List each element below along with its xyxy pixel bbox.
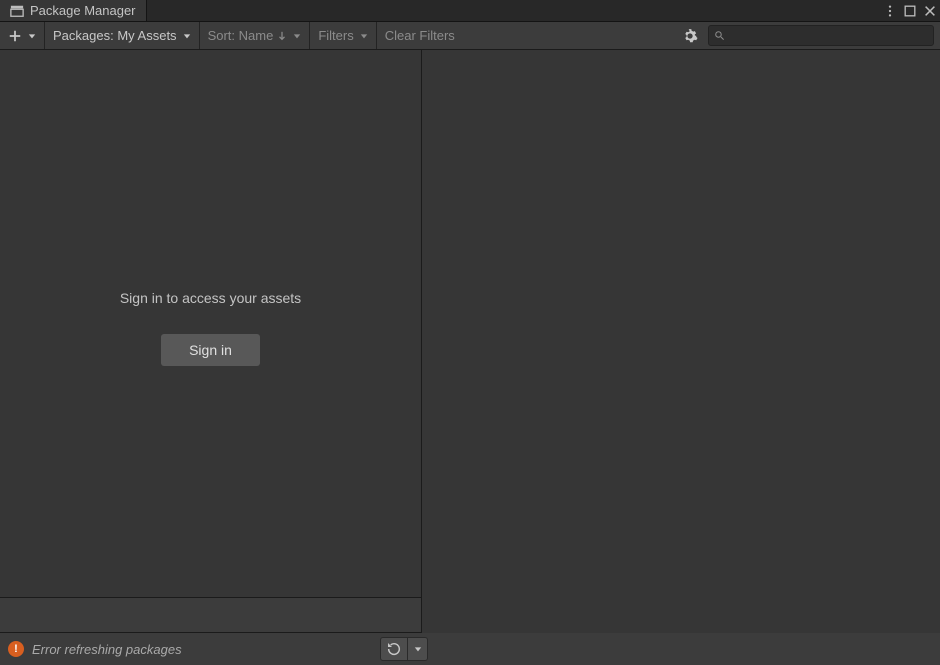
sort-dropdown[interactable]: Sort: Name [200, 22, 310, 49]
package-manager-window: Package Manager Packages: My Assets Sort… [0, 0, 940, 665]
search-icon [709, 30, 730, 41]
maximize-button[interactable] [900, 0, 920, 21]
clear-filters-button[interactable]: Clear Filters [377, 22, 463, 49]
toolbar: Packages: My Assets Sort: Name Filters C… [0, 22, 940, 50]
chevron-down-icon [28, 32, 36, 40]
status-bar: ! Error refreshing packages [0, 633, 940, 665]
titlebar: Package Manager [0, 0, 940, 22]
clear-filters-label: Clear Filters [385, 28, 455, 43]
status-message: Error refreshing packages [32, 642, 372, 657]
titlebar-spacer [147, 0, 880, 21]
search-field[interactable] [708, 25, 934, 46]
gear-icon [682, 28, 698, 44]
filters-dropdown[interactable]: Filters [310, 22, 375, 49]
settings-button[interactable] [674, 22, 706, 49]
plus-icon [8, 29, 22, 43]
window-title: Package Manager [30, 3, 136, 18]
package-list-area: Sign in to access your assets Sign in [0, 50, 421, 598]
refresh-icon [386, 641, 402, 657]
chevron-down-icon [360, 32, 368, 40]
packages-scope-label: Packages: My Assets [53, 28, 177, 43]
refresh-dropdown[interactable] [408, 637, 428, 661]
signin-button[interactable]: Sign in [161, 334, 260, 366]
left-footer-gap [0, 598, 421, 633]
chevron-down-icon [183, 32, 191, 40]
menu-icon[interactable] [880, 0, 900, 21]
refresh-button[interactable] [380, 637, 408, 661]
sort-label: Sort: Name [208, 28, 274, 43]
chevron-down-icon [293, 32, 301, 40]
close-button[interactable] [920, 0, 940, 21]
filters-label: Filters [318, 28, 353, 43]
detail-panel [422, 50, 940, 633]
error-icon: ! [8, 641, 24, 657]
packages-scope-dropdown[interactable]: Packages: My Assets [45, 22, 199, 49]
signin-prompt: Sign in to access your assets [120, 290, 301, 306]
add-package-button[interactable] [0, 22, 44, 49]
window-tab[interactable]: Package Manager [0, 0, 147, 21]
arrow-down-icon [277, 31, 287, 41]
left-panel: Sign in to access your assets Sign in [0, 50, 422, 633]
toolbar-spacer [463, 22, 674, 49]
body: Sign in to access your assets Sign in [0, 50, 940, 633]
window-icon [10, 4, 24, 18]
chevron-down-icon [414, 645, 422, 653]
search-input[interactable] [730, 26, 933, 46]
refresh-button-group [380, 637, 428, 661]
